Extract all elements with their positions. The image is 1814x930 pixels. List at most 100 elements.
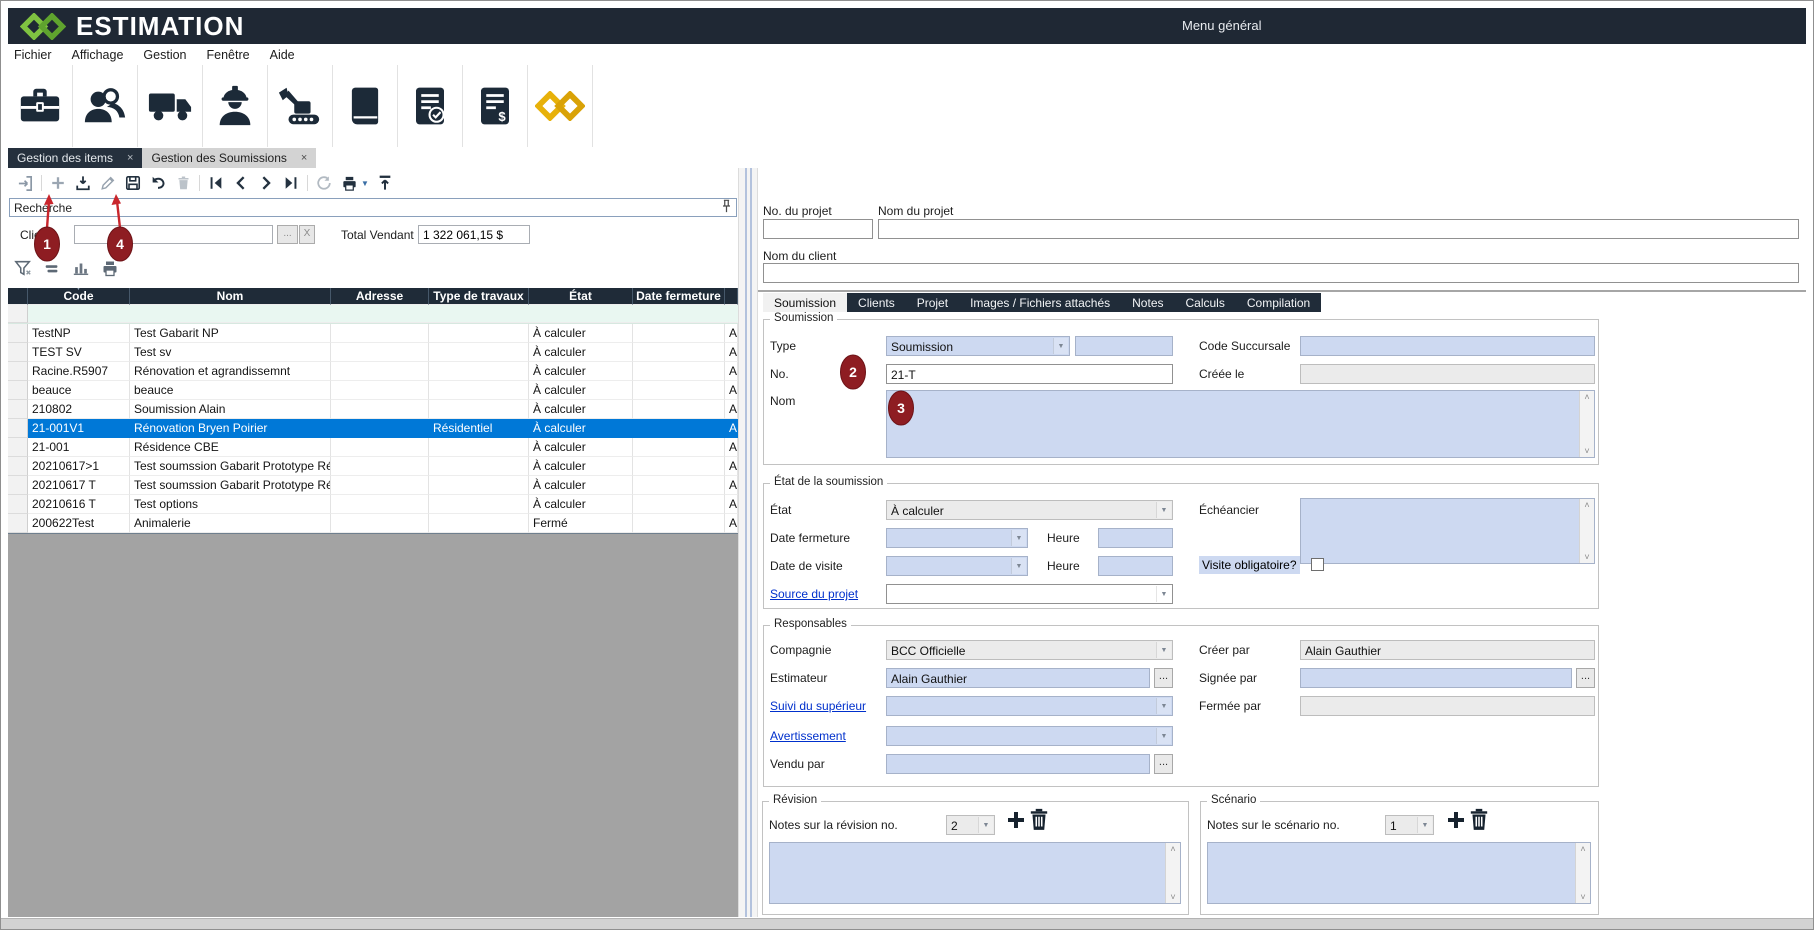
tab-soumission[interactable]: Soumission (763, 293, 847, 312)
nom-textarea[interactable]: ˄˅ (886, 390, 1595, 458)
worker-button[interactable] (203, 65, 268, 147)
exit-button[interactable] (16, 174, 34, 192)
clients-button[interactable] (73, 65, 138, 147)
soumission-check-button[interactable] (398, 65, 463, 147)
table-row[interactable]: 210802Soumission AlainÀ calculerAl (8, 400, 738, 419)
source-du-projet-link[interactable]: Source du projet (770, 587, 858, 601)
row-header[interactable] (8, 343, 28, 362)
tab-images-fichiers[interactable]: Images / Fichiers attachés (959, 293, 1121, 312)
delete-button[interactable] (174, 174, 192, 192)
previous-record-button[interactable] (232, 174, 250, 192)
row-header[interactable] (8, 324, 28, 343)
scenario-no-combo[interactable]: 1▼ (1385, 815, 1434, 835)
table-row[interactable]: 200622TestAnimalerieFerméAl (8, 514, 738, 533)
row-header[interactable] (8, 476, 28, 495)
truck-button[interactable] (138, 65, 203, 147)
compagnie-combo[interactable]: BCC Officielle▼ (886, 640, 1173, 660)
signee-par-input[interactable] (1300, 668, 1572, 688)
avertissement-link[interactable]: Avertissement (770, 729, 846, 743)
col-date-fermeture[interactable]: Date fermeture (633, 288, 725, 305)
table-row[interactable]: 21-001Résidence CBEÀ calculerAl (8, 438, 738, 457)
col-code[interactable]: ▼Code (28, 288, 130, 305)
col-type-de-travaux[interactable]: Type de travaux (429, 288, 529, 305)
first-record-button[interactable] (207, 174, 225, 192)
next-record-button[interactable] (257, 174, 275, 192)
type-extra-input[interactable] (1075, 336, 1173, 356)
table-row[interactable]: 21-001V1Rénovation Bryen PoirierRésident… (8, 419, 738, 438)
last-record-button[interactable] (282, 174, 300, 192)
client-browse-button[interactable]: ... (277, 225, 298, 244)
refresh-button[interactable] (315, 174, 333, 192)
revision-notes-textarea[interactable]: ˄˅ (769, 842, 1181, 904)
table-row[interactable]: TestNPTest Gabarit NPÀ calculerAl (8, 324, 738, 343)
tab-projet[interactable]: Projet (906, 293, 959, 312)
brand-logo-button[interactable] (528, 65, 593, 147)
tab-gestion-des-items[interactable]: Gestion des items × (8, 148, 142, 168)
pin-icon[interactable] (721, 199, 732, 216)
tab-gestion-des-soumissions[interactable]: Gestion des Soumissions × (142, 148, 316, 168)
heure-visite-input[interactable] (1098, 556, 1173, 576)
add-revision-button[interactable] (1006, 810, 1026, 835)
col-adresse[interactable]: Adresse (331, 288, 429, 305)
no-input[interactable]: 21-T (886, 364, 1173, 384)
row-header[interactable] (8, 400, 28, 419)
filter-button[interactable] (14, 259, 32, 277)
signee-browse-button[interactable]: ... (1576, 668, 1595, 688)
tab-notes[interactable]: Notes (1121, 293, 1174, 312)
table-row[interactable]: 20210616 TTest optionsÀ calculerAl (8, 495, 738, 514)
search-input[interactable]: Recherche (9, 198, 737, 217)
add-scenario-button[interactable] (1446, 810, 1466, 835)
code-succursale-input[interactable] (1300, 336, 1595, 356)
echeancier-textarea[interactable]: ˄˅ (1300, 498, 1595, 564)
filter-row-input[interactable] (28, 305, 738, 323)
save-button[interactable] (124, 174, 142, 192)
client-clear-button[interactable]: X (299, 225, 315, 244)
chart-button[interactable] (72, 259, 90, 277)
estimateur-browse-button[interactable]: ... (1154, 668, 1173, 688)
tab-clients[interactable]: Clients (847, 293, 906, 312)
scrollbar[interactable]: ˄˅ (1575, 843, 1590, 903)
tab-calculs[interactable]: Calculs (1175, 293, 1236, 312)
panel-splitter[interactable] (738, 168, 758, 917)
print-button[interactable] (340, 174, 358, 192)
edit-button[interactable] (99, 174, 117, 192)
project-no-input[interactable] (763, 219, 873, 239)
tab-compilation[interactable]: Compilation (1236, 293, 1321, 312)
heure-fermeture-input[interactable] (1098, 528, 1173, 548)
row-header[interactable] (8, 514, 28, 533)
date-fermeture-combo[interactable]: ▼ (886, 528, 1028, 548)
menu-aide[interactable]: Aide (260, 46, 305, 64)
print-dropdown-caret[interactable]: ▼ (361, 179, 369, 188)
row-header[interactable] (8, 457, 28, 476)
row-header[interactable] (8, 419, 28, 438)
vendu-par-input[interactable] (886, 754, 1150, 774)
undo-button[interactable] (149, 174, 167, 192)
table-filter-row[interactable] (8, 305, 738, 324)
estimateur-input[interactable]: Alain Gauthier (886, 668, 1150, 688)
type-combo[interactable]: Soumission▼ (886, 336, 1070, 356)
source-combo[interactable]: ▼ (886, 584, 1173, 604)
scrollbar[interactable]: ˄˅ (1579, 499, 1594, 563)
avertissement-combo[interactable]: ▼ (886, 726, 1173, 746)
table-row[interactable]: 20210617 TTest soumssion Gabarit Prototy… (8, 476, 738, 495)
table-row[interactable]: beaucebeauceÀ calculerAl (8, 381, 738, 400)
export-button[interactable] (376, 174, 394, 192)
menu-affichage[interactable]: Affichage (62, 46, 134, 64)
table-row[interactable]: TEST SVTest svÀ calculerAl (8, 343, 738, 362)
table-row[interactable]: Racine.R5907Rénovation et agrandissemntÀ… (8, 362, 738, 381)
suivi-superieur-link[interactable]: Suivi du supérieur (770, 699, 866, 713)
row-header[interactable] (8, 495, 28, 514)
row-header[interactable] (8, 438, 28, 457)
scrollbar[interactable]: ˄˅ (1165, 843, 1180, 903)
project-name-input[interactable] (878, 219, 1799, 239)
menu-gestion[interactable]: Gestion (133, 46, 196, 64)
excavator-button[interactable] (268, 65, 333, 147)
col-nom[interactable]: Nom (130, 288, 331, 305)
scrollbar[interactable]: ˄˅ (1579, 391, 1594, 457)
client-name-input[interactable] (763, 263, 1799, 283)
add-button[interactable] (49, 174, 67, 192)
catalog-button[interactable] (333, 65, 398, 147)
close-icon[interactable]: × (127, 152, 133, 164)
grid-print-button[interactable] (101, 259, 119, 277)
vendu-browse-button[interactable]: ... (1154, 754, 1173, 774)
